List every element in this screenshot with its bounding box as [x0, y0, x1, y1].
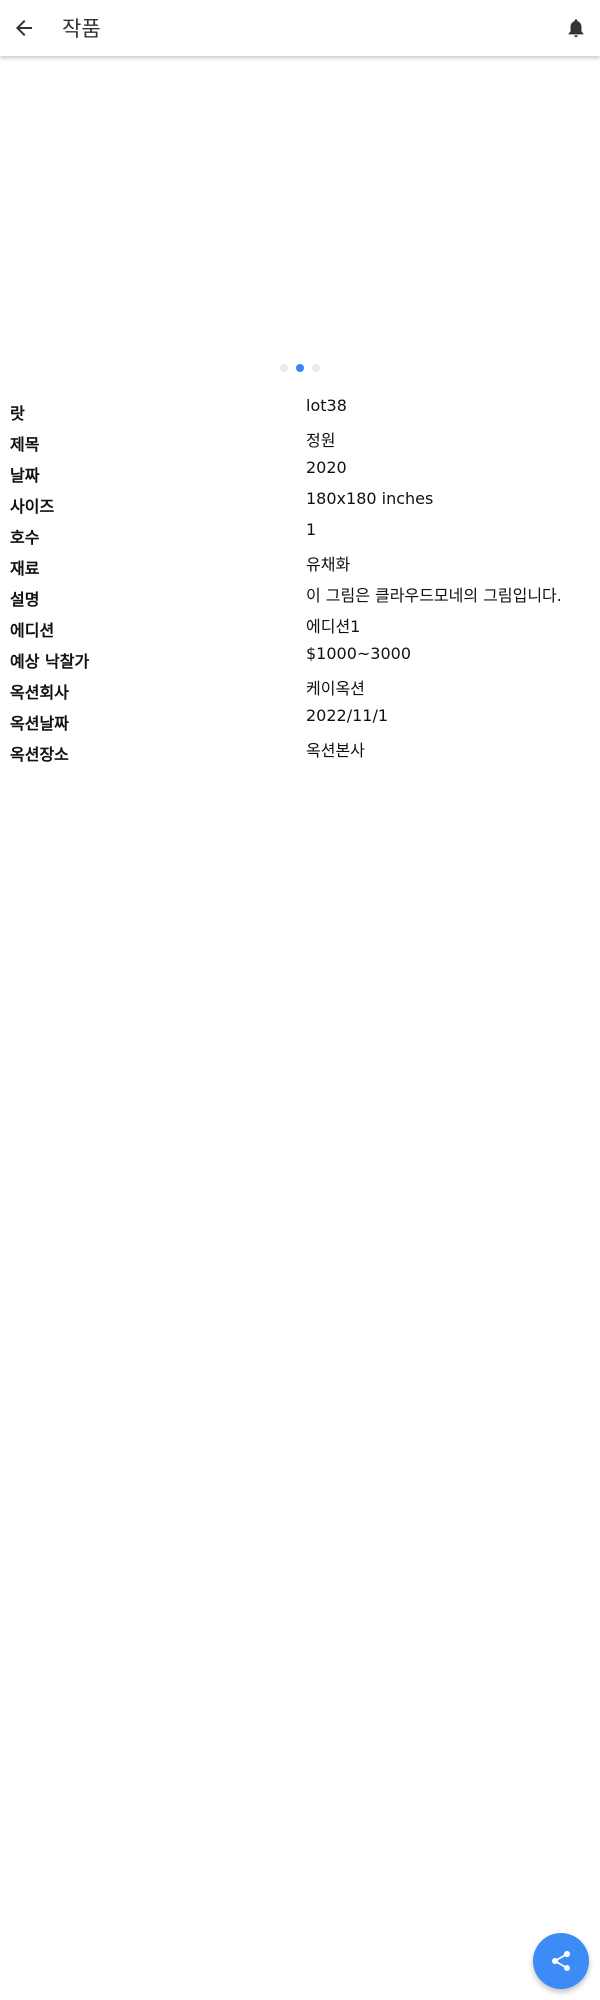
detail-value: 2020 [306, 458, 347, 477]
carousel-dot-2[interactable] [296, 364, 304, 372]
detail-value: 이 그림은 클라우드모네의 그림입니다. [306, 586, 562, 605]
detail-label: 예상 낙찰가 [10, 652, 90, 671]
detail-row-description: 설명 이 그림은 클라우드모네의 그림입니다. [10, 580, 590, 611]
detail-label: 사이즈 [10, 497, 55, 516]
detail-label: 날짜 [10, 466, 40, 485]
carousel-dot-1[interactable] [280, 364, 288, 372]
detail-value: 에디션1 [306, 617, 361, 636]
detail-row-estimate: 예상 낙찰가 $1000~3000 [10, 642, 590, 673]
detail-row-auction-date: 옥션날짜 2022/11/1 [10, 704, 590, 735]
detail-label: 설명 [10, 590, 40, 609]
back-button[interactable] [0, 4, 48, 52]
detail-value: 옥션본사 [306, 741, 365, 760]
detail-label: 랏 [10, 404, 25, 423]
detail-label: 옥션회사 [10, 683, 69, 702]
detail-row-size: 사이즈 180x180 inches [10, 487, 590, 518]
detail-row-date: 날짜 2020 [10, 456, 590, 487]
detail-value: 유채화 [306, 555, 351, 574]
app-bar: 작품 [0, 0, 600, 56]
page-title: 작품 [62, 17, 101, 41]
artwork-details: 랏 lot38 제목 정원 날짜 2020 사이즈 180x180 inches… [10, 394, 590, 766]
detail-value: $1000~3000 [306, 644, 412, 663]
detail-row-canvas-number: 호수 1 [10, 518, 590, 549]
detail-value: 1 [306, 520, 317, 539]
detail-row-material: 재료 유채화 [10, 549, 590, 580]
detail-row-title: 제목 정원 [10, 425, 590, 456]
carousel-indicator [0, 363, 600, 373]
share-button[interactable] [533, 1933, 589, 1989]
bell-icon [568, 19, 584, 38]
detail-value: lot38 [306, 396, 347, 415]
detail-value: 2022/11/1 [306, 706, 389, 725]
detail-label: 에디션 [10, 621, 55, 640]
detail-label: 호수 [10, 528, 40, 547]
detail-label: 재료 [10, 559, 40, 578]
notifications-button[interactable] [552, 4, 600, 52]
detail-label: 옥션장소 [10, 745, 69, 764]
detail-row-edition: 에디션 에디션1 [10, 611, 590, 642]
carousel-dot-3[interactable] [312, 364, 320, 372]
image-carousel[interactable] [0, 56, 600, 376]
share-icon [552, 1951, 570, 1971]
detail-label: 제목 [10, 435, 40, 454]
detail-label: 옥션날짜 [10, 714, 69, 733]
detail-row-lot: 랏 lot38 [10, 394, 590, 425]
detail-value: 180x180 inches [306, 489, 434, 508]
artwork-detail-page: 작품 랏 lot38 제목 정원 날짜 2020 사이즈 180x180 inc… [0, 0, 600, 2000]
detail-row-auction-house: 옥션회사 케이옥션 [10, 673, 590, 704]
detail-row-auction-location: 옥션장소 옥션본사 [10, 735, 590, 766]
detail-value: 정원 [306, 431, 336, 450]
arrow-left-icon [16, 20, 32, 36]
detail-value: 케이옥션 [306, 679, 365, 698]
